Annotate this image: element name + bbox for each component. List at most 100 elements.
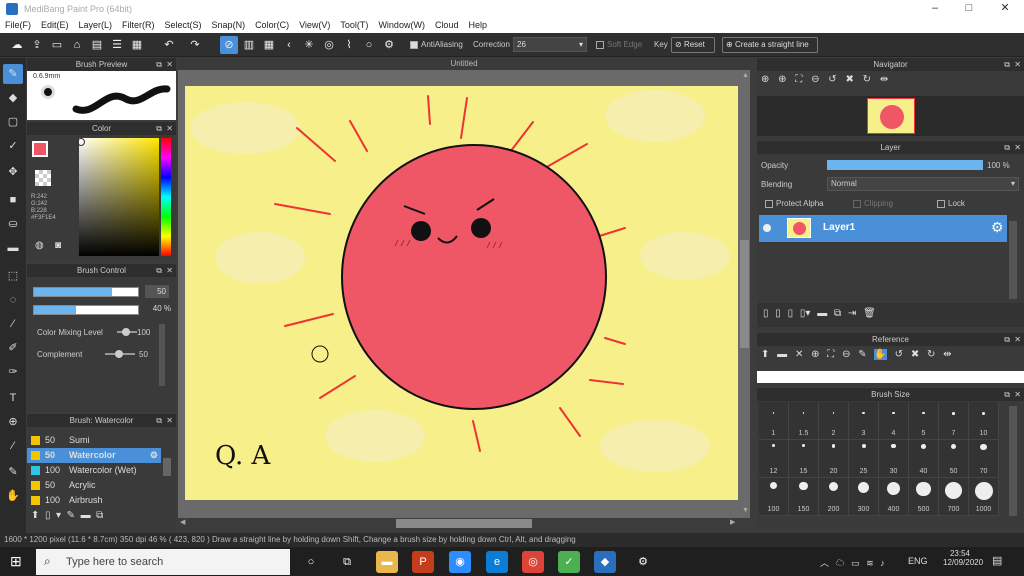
brush-size-cell[interactable]: 700 <box>939 478 969 516</box>
scroll-up-icon[interactable]: ▲ <box>742 72 749 79</box>
eyedropper2-tool-icon[interactable]: ✎ <box>3 462 23 482</box>
bucket-tool-icon[interactable]: ⛀ <box>3 214 23 234</box>
scroll-left-icon[interactable]: ◀ <box>180 518 185 526</box>
volume-icon[interactable]: ♪ <box>880 558 885 568</box>
brush-item-acrylic[interactable]: 50 Acrylic <box>27 478 161 493</box>
brush-item-watercolor-wet[interactable]: 100 Watercolor (Wet) <box>27 463 161 478</box>
brush-item-watercolor[interactable]: 50 Watercolor ⚙ <box>27 448 161 463</box>
merge-layer-icon[interactable]: ⇥ <box>848 308 856 319</box>
visibility-icon[interactable] <box>763 224 771 232</box>
chevron-up-icon[interactable]: ︿ <box>820 558 829 568</box>
antialiasing-checkbox[interactable] <box>410 40 418 49</box>
palette-icon[interactable]: ◍ <box>35 240 51 254</box>
language-indicator[interactable]: ENG <box>908 556 928 566</box>
undo-icon[interactable]: ↶ <box>160 36 178 54</box>
text-tool-icon[interactable]: T <box>3 388 23 408</box>
task-view-icon[interactable]: ⧉ <box>336 551 358 573</box>
brush-size-cell[interactable]: 3 <box>849 402 879 440</box>
flip-icon[interactable]: ⇹ <box>943 349 951 360</box>
brush-size-cell[interactable]: 25 <box>849 440 879 478</box>
eraser-tool-icon[interactable]: ◆ <box>3 88 23 108</box>
close-icon[interactable]: ✕ <box>166 122 173 135</box>
layer-row[interactable]: Layer1 ⚙ <box>759 215 1007 242</box>
cloud-open-icon[interactable]: ⬆ <box>761 349 769 360</box>
duplicate-layer-icon[interactable]: ⧉ <box>834 308 841 319</box>
protect-alpha-toggle[interactable]: Protect Alpha <box>765 199 824 208</box>
brush-tool-icon[interactable]: ✎ <box>3 64 23 84</box>
brush-size-cell[interactable]: 2 <box>819 402 849 440</box>
brush-size-cell[interactable]: 1.5 <box>789 402 819 440</box>
dot-tool-icon[interactable]: ▢ <box>3 112 23 132</box>
menu-help[interactable]: Help <box>463 18 492 32</box>
float-icon[interactable]: ⧉ <box>156 122 162 135</box>
brush-size-cell[interactable]: 4 <box>879 402 909 440</box>
float-icon[interactable]: ⧉ <box>156 414 162 427</box>
hand-tool-icon[interactable]: ✋ <box>3 486 23 506</box>
select-pen-icon[interactable]: ✓ <box>3 136 23 156</box>
zoom-out-icon[interactable]: ⊖ <box>811 74 819 85</box>
menu-color[interactable]: Color(C) <box>250 18 294 32</box>
magic-wand-icon[interactable]: ⁄ <box>3 314 23 334</box>
antialiasing-toggle[interactable]: AntiAliasing <box>410 40 463 49</box>
float-icon[interactable]: ⧉ <box>1004 388 1010 401</box>
edge-icon[interactable]: e <box>486 551 508 573</box>
reset-icon[interactable]: ✖ <box>911 349 919 360</box>
redo-icon[interactable]: ↷ <box>186 36 204 54</box>
minimize-button[interactable]: – <box>918 0 952 18</box>
settings-icon[interactable]: ⚙ <box>632 551 654 573</box>
saturation-value-picker[interactable] <box>77 138 159 256</box>
opacity-slider[interactable] <box>33 305 139 315</box>
snap-curve-icon[interactable]: ⌇ <box>340 36 358 54</box>
close-icon[interactable]: ✕ <box>1014 58 1021 71</box>
straight-line-button[interactable]: ⊕ Create a straight line <box>722 37 818 53</box>
cloud-brush-icon[interactable]: ⬆ <box>31 510 39 521</box>
snap-parallel-icon[interactable]: ▥ <box>240 36 258 54</box>
canvas-tab[interactable]: Untitled <box>178 58 750 70</box>
foreground-color-swatch[interactable] <box>32 141 48 157</box>
list-icon[interactable]: ☰ <box>108 36 126 54</box>
clipping-toggle[interactable]: Clipping <box>853 199 893 208</box>
brush-size-cell[interactable]: 5 <box>909 402 939 440</box>
delete-layer-icon[interactable]: 🗑 <box>863 308 876 319</box>
correction-select[interactable]: 26 ▾ <box>513 37 587 52</box>
new-file-icon[interactable]: ▤ <box>88 36 106 54</box>
canvas-paper[interactable]: Q. A <box>185 86 738 500</box>
brush-size-cell[interactable]: 12 <box>759 440 789 478</box>
chrome-icon[interactable]: ◎ <box>522 551 544 573</box>
brush-size-cell[interactable]: 1000 <box>969 478 999 516</box>
brush-size-cell[interactable]: 70 <box>969 440 999 478</box>
folder-icon[interactable]: ▬ <box>817 308 827 319</box>
float-icon[interactable]: ⧉ <box>1004 141 1010 154</box>
battery-icon[interactable]: ▭ <box>851 558 860 568</box>
menu-tool[interactable]: Tool(T) <box>335 18 373 32</box>
file-explorer-icon[interactable]: ▬ <box>376 551 398 573</box>
upload-icon[interactable]: ⇪ <box>28 36 46 54</box>
scroll-down-icon[interactable]: ▼ <box>742 507 749 514</box>
close-icon[interactable]: ✕ <box>166 264 173 277</box>
rotate-right-icon[interactable]: ↻ <box>927 349 935 360</box>
fill-rect-icon[interactable]: ■ <box>3 190 23 210</box>
close-icon[interactable]: ✕ <box>1014 388 1021 401</box>
zoom-in-icon[interactable]: ⊕ <box>761 74 769 85</box>
brush-size-cell[interactable]: 500 <box>909 478 939 516</box>
layer-opacity-slider[interactable] <box>827 160 983 170</box>
add-layer-menu-icon[interactable]: ▯▾ <box>800 308 811 319</box>
close-icon[interactable]: ✕ <box>1014 141 1021 154</box>
rotate-right-icon[interactable]: ↻ <box>863 74 871 85</box>
open-folder-icon[interactable]: ▬ <box>777 349 787 360</box>
vertical-scrollbar-thumb[interactable] <box>740 240 749 348</box>
protect-alpha-checkbox[interactable] <box>765 199 773 208</box>
soft-edge-toggle[interactable]: Soft Edge <box>596 40 642 49</box>
rotate-left-icon[interactable]: ↺ <box>828 74 836 85</box>
eyedropper-icon[interactable]: ✎ <box>858 349 866 360</box>
menu-snap[interactable]: Snap(N) <box>207 18 251 32</box>
hand-icon[interactable]: ✋ <box>874 349 887 360</box>
slider-knob[interactable] <box>115 350 123 358</box>
clipping-checkbox[interactable] <box>853 199 861 208</box>
cloud-icon[interactable]: ☁ <box>8 36 26 54</box>
zoom-app-icon[interactable]: ◉ <box>449 551 471 573</box>
snap-radial-icon[interactable]: ✳ <box>300 36 318 54</box>
snap-settings-icon[interactable]: ⚙ <box>380 36 398 54</box>
windows-start-icon[interactable]: ⊞ <box>10 553 22 570</box>
menu-select[interactable]: Select(S) <box>160 18 207 32</box>
